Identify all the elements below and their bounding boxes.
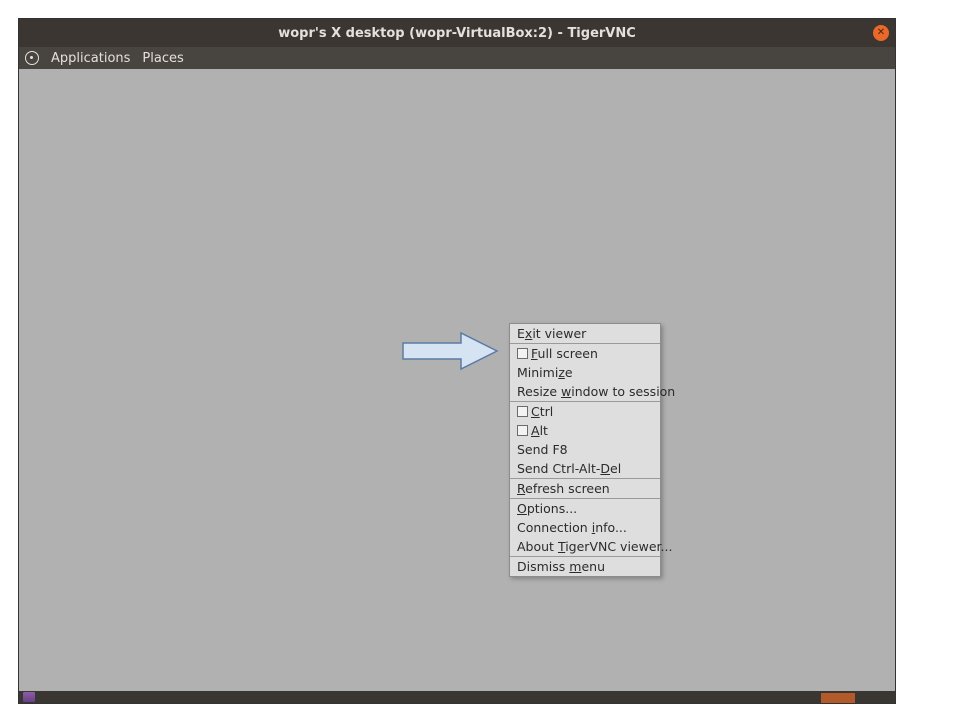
menu-label: Ctrl [531, 404, 553, 419]
menu-label: Options... [517, 501, 577, 516]
arrow-annotation-icon [401, 331, 501, 371]
menu-resize-window[interactable]: Resize window to session [510, 382, 660, 401]
remote-desktop-area[interactable]: Exit viewer Full screen Minimize Resize … [19, 69, 895, 691]
checkbox-icon [517, 406, 528, 417]
menu-dismiss[interactable]: Dismiss menu [510, 557, 660, 576]
menu-label: Connection info... [517, 520, 627, 535]
menu-label: Send Ctrl-Alt-Del [517, 461, 621, 476]
taskbar-indicator[interactable] [821, 693, 855, 703]
menu-label: Exit viewer [517, 326, 586, 341]
menu-ctrl-toggle[interactable]: Ctrl [510, 402, 660, 421]
ubuntu-logo-icon[interactable] [25, 51, 39, 65]
menu-label: About TigerVNC viewer... [517, 539, 672, 554]
vnc-viewer-window: wopr's X desktop (wopr-VirtualBox:2) - T… [18, 18, 896, 704]
menu-label: Dismiss menu [517, 559, 605, 574]
menu-exit-viewer[interactable]: Exit viewer [510, 324, 660, 343]
menu-refresh-screen[interactable]: Refresh screen [510, 479, 660, 498]
menu-label: Refresh screen [517, 481, 610, 496]
menu-about[interactable]: About TigerVNC viewer... [510, 537, 660, 556]
checkbox-icon [517, 425, 528, 436]
menu-full-screen[interactable]: Full screen [510, 344, 660, 363]
menu-label: Full screen [531, 346, 598, 361]
menu-connection-info[interactable]: Connection info... [510, 518, 660, 537]
menu-label: Resize window to session [517, 384, 675, 399]
menu-label: Alt [531, 423, 548, 438]
menu-minimize[interactable]: Minimize [510, 363, 660, 382]
window-close-button[interactable]: ✕ [873, 25, 889, 41]
desktop-menubar: Applications Places [19, 47, 895, 69]
arrow-shape [403, 333, 497, 369]
vnc-context-menu: Exit viewer Full screen Minimize Resize … [509, 323, 661, 577]
menu-send-f8[interactable]: Send F8 [510, 440, 660, 459]
menu-places[interactable]: Places [142, 51, 183, 66]
menu-alt-toggle[interactable]: Alt [510, 421, 660, 440]
menu-options[interactable]: Options... [510, 499, 660, 518]
menu-send-ctrl-alt-del[interactable]: Send Ctrl-Alt-Del [510, 459, 660, 478]
close-icon: ✕ [877, 28, 885, 38]
desktop-taskbar[interactable] [19, 691, 895, 703]
checkbox-icon [517, 348, 528, 359]
menu-label: Send F8 [517, 442, 568, 457]
menu-applications[interactable]: Applications [51, 51, 130, 66]
window-titlebar[interactable]: wopr's X desktop (wopr-VirtualBox:2) - T… [19, 19, 895, 47]
menu-label: Minimize [517, 365, 573, 380]
taskbar-app-icon[interactable] [23, 692, 35, 702]
window-title: wopr's X desktop (wopr-VirtualBox:2) - T… [278, 26, 636, 41]
